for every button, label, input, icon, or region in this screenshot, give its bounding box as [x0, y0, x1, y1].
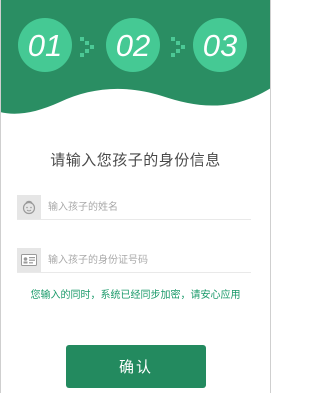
child-name-input[interactable]: [48, 197, 248, 217]
encryption-notice: 您输入的同时，系统已经同步加密，请安心应用: [30, 290, 241, 301]
step-1: 01: [18, 18, 72, 72]
header-wave-background: 01 02 03: [0, 0, 271, 114]
step-3-number: 03: [203, 28, 237, 63]
step-2: 02: [106, 18, 160, 72]
step-2-number: 02: [116, 28, 150, 63]
id-card-icon: [17, 248, 41, 272]
step-1-number: 01: [28, 28, 62, 63]
child-id-field: [17, 248, 251, 273]
page-title: 请输入您孩子的身份信息: [50, 151, 221, 169]
frame-right-border: [270, 0, 271, 393]
confirm-button[interactable]: 确认: [66, 345, 206, 388]
frame-left-border: [0, 0, 1, 393]
child-name-field: [17, 195, 251, 220]
child-id-input[interactable]: [48, 250, 248, 270]
child-face-icon: [17, 195, 41, 219]
step-3: 03: [193, 18, 247, 72]
steps-header: 01 02 03: [0, 0, 271, 130]
